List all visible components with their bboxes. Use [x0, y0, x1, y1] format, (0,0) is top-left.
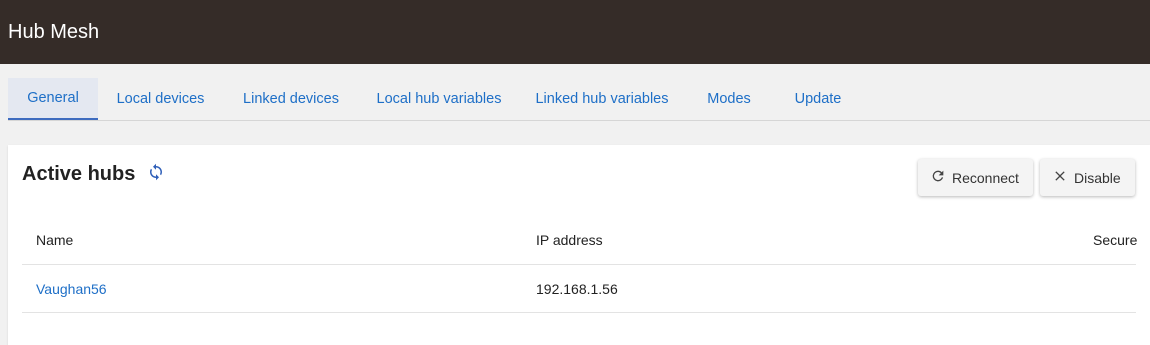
- reconnect-label: Reconnect: [952, 169, 1019, 186]
- tab-local-hub-variables[interactable]: Local hub variables: [359, 78, 519, 120]
- tab-update[interactable]: Update: [773, 78, 863, 120]
- table-header-row: Name IP address Secure: [22, 215, 1137, 265]
- card-title: Active hubs: [22, 163, 136, 185]
- reconnect-icon: [930, 168, 946, 187]
- tab-local-devices[interactable]: Local devices: [98, 78, 223, 120]
- column-header-secure[interactable]: Secure: [1093, 215, 1137, 264]
- tab-linked-devices[interactable]: Linked devices: [223, 78, 359, 120]
- tab-linked-hub-variables[interactable]: Linked hub variables: [519, 78, 685, 120]
- column-header-ip-address[interactable]: IP address: [536, 215, 603, 264]
- hub-ip-address: 192.168.1.56: [536, 280, 618, 297]
- table-row: Vaughan56 192.168.1.56: [22, 265, 1136, 313]
- hubs-table: Name IP address Secure Vaughan56 192.168…: [22, 215, 1137, 313]
- tab-general[interactable]: General: [8, 78, 98, 120]
- app-bar: Hub Mesh: [0, 0, 1150, 64]
- disable-label: Disable: [1074, 169, 1121, 186]
- close-icon: [1052, 168, 1068, 187]
- active-hubs-card: Active hubs Reconnect Disable Name IP ad…: [8, 145, 1150, 345]
- refresh-icon[interactable]: [147, 163, 165, 181]
- app-title: Hub Mesh: [8, 20, 100, 43]
- disable-button[interactable]: Disable: [1040, 159, 1135, 196]
- tab-bar: General Local devices Linked devices Loc…: [8, 78, 1150, 121]
- tab-modes[interactable]: Modes: [685, 78, 773, 120]
- reconnect-button[interactable]: Reconnect: [918, 159, 1033, 196]
- column-header-name[interactable]: Name: [36, 215, 73, 264]
- hub-name-link[interactable]: Vaughan56: [36, 265, 107, 312]
